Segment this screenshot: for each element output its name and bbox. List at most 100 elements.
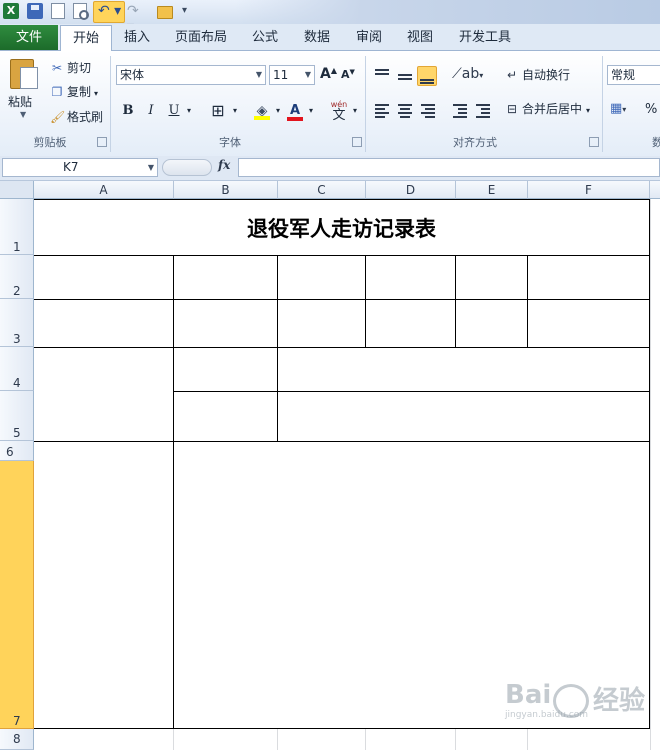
- shrink-font-button[interactable]: A▼: [341, 68, 355, 81]
- group-separator: [365, 56, 366, 152]
- copy-label: 复制: [67, 85, 92, 99]
- tab-home[interactable]: 开始: [60, 25, 112, 52]
- formula-bar-resize-handle[interactable]: [162, 159, 212, 176]
- italic-button[interactable]: I: [143, 101, 159, 121]
- table-border: [649, 199, 650, 729]
- gridline: [277, 729, 278, 750]
- merge-cells-icon: ⊟: [506, 102, 518, 116]
- dialog-launcher-icon[interactable]: [97, 137, 107, 147]
- font-name-value: 宋体: [120, 68, 145, 82]
- column-header-d[interactable]: D: [366, 181, 456, 199]
- row-number: 8: [13, 732, 21, 746]
- group-separator: [110, 56, 111, 152]
- merge-center-button[interactable]: ⊟ 合并后居中 ▾: [505, 100, 590, 118]
- dialog-launcher-icon[interactable]: [352, 137, 362, 147]
- align-top-icon[interactable]: [372, 66, 392, 86]
- select-all-button[interactable]: [0, 181, 34, 199]
- bold-button[interactable]: B: [120, 101, 136, 121]
- grow-font-button[interactable]: A▲: [320, 66, 337, 82]
- redo-icon[interactable]: ↷ ▾: [127, 3, 143, 35]
- font-color-button[interactable]: A: [286, 101, 304, 121]
- align-middle-icon[interactable]: [395, 66, 415, 86]
- chevron-down-icon[interactable]: ▾: [184, 101, 194, 121]
- font-size-select[interactable]: 11 ▼: [269, 65, 315, 85]
- align-right-icon[interactable]: [418, 100, 438, 120]
- chevron-down-icon[interactable]: ▾: [230, 101, 240, 121]
- watermark-text-left: Bai: [505, 680, 552, 710]
- undo-icon[interactable]: ↶ ▾: [93, 1, 125, 23]
- formula-input[interactable]: [238, 158, 660, 177]
- chevron-down-icon[interactable]: ▼: [20, 110, 26, 119]
- row-header-7[interactable]: 7: [0, 461, 34, 729]
- percent-style-button[interactable]: %: [645, 102, 657, 117]
- cell-grid[interactable]: [34, 199, 660, 750]
- column-header-b[interactable]: B: [174, 181, 278, 199]
- tab-insert[interactable]: 插入: [114, 25, 160, 50]
- column-header-c[interactable]: C: [278, 181, 366, 199]
- borders-icon[interactable]: ⊞: [208, 101, 228, 121]
- save-icon[interactable]: [27, 3, 43, 19]
- window-title-bar: [235, 0, 660, 24]
- paste-icon[interactable]: [10, 57, 40, 89]
- row-header-8[interactable]: 8: [0, 729, 34, 750]
- column-header-e[interactable]: E: [456, 181, 528, 199]
- tab-file[interactable]: 文件: [0, 25, 58, 50]
- copy-button[interactable]: ❐ 复制 ▾: [50, 83, 98, 101]
- grow-font-glyph: A: [320, 66, 331, 82]
- chevron-down-icon: ▼: [255, 70, 262, 79]
- row-header-6[interactable]: 6: [0, 441, 34, 461]
- chevron-down-icon[interactable]: ▾: [350, 101, 360, 121]
- row-header-2[interactable]: 2: [0, 255, 34, 299]
- print-preview-icon[interactable]: [73, 3, 89, 20]
- underline-button[interactable]: U: [166, 101, 182, 121]
- table-border: [34, 728, 650, 729]
- row-header-1[interactable]: 1: [0, 199, 34, 255]
- text-orientation-icon[interactable]: ⟋ab▾: [452, 66, 483, 82]
- tab-formulas[interactable]: 公式: [244, 25, 286, 50]
- column-header-f[interactable]: F: [528, 181, 650, 199]
- merge-center-label: 合并后居中: [522, 102, 583, 116]
- align-left-icon[interactable]: [372, 100, 392, 120]
- row-number: 6: [6, 445, 14, 459]
- insert-function-button[interactable]: fx: [218, 158, 230, 172]
- number-format-select[interactable]: 常规: [607, 65, 660, 85]
- row-number: 3: [13, 332, 21, 346]
- paste-button[interactable]: 粘贴: [8, 93, 32, 110]
- table-border: [34, 255, 650, 256]
- group-label-clipboard: 剪贴板: [33, 136, 67, 149]
- customize-toolbar-icon[interactable]: ▾: [182, 3, 198, 19]
- column-header-a[interactable]: A: [34, 181, 174, 199]
- accounting-format-icon[interactable]: ▦▾: [610, 101, 626, 116]
- open-folder-icon[interactable]: [157, 6, 173, 19]
- fill-color-button[interactable]: ◈: [252, 101, 272, 121]
- dialog-launcher-icon[interactable]: [589, 137, 599, 147]
- tab-data[interactable]: 数据: [296, 25, 338, 50]
- increase-indent-icon[interactable]: [473, 100, 493, 120]
- table-border: [174, 391, 650, 392]
- watermark-text-right: 经验: [593, 686, 646, 716]
- phonetic-guide-button[interactable]: wén 文: [328, 101, 350, 123]
- row-header-5[interactable]: 5: [0, 391, 34, 441]
- tab-page-layout[interactable]: 页面布局: [166, 25, 236, 50]
- row-number: 1: [13, 240, 21, 254]
- chevron-down-icon[interactable]: ▾: [273, 101, 283, 121]
- cut-button[interactable]: ✂ 剪切: [50, 59, 91, 77]
- new-document-icon[interactable]: [51, 3, 65, 19]
- align-center-icon[interactable]: [395, 100, 415, 120]
- tab-review[interactable]: 审阅: [348, 25, 390, 50]
- decrease-indent-icon[interactable]: [450, 100, 470, 120]
- column-header-g[interactable]: [650, 181, 660, 199]
- name-box[interactable]: K7 ▼: [2, 158, 158, 177]
- wrap-text-button[interactable]: ↵ 自动换行: [505, 66, 570, 84]
- chevron-down-icon[interactable]: ▾: [306, 101, 316, 121]
- row-header-4[interactable]: 4: [0, 347, 34, 391]
- sheet-title-cell[interactable]: 退役军人走访记录表: [34, 199, 649, 255]
- font-name-select[interactable]: 宋体 ▼: [116, 65, 266, 85]
- format-painter-button[interactable]: 🖌 格式刷: [50, 108, 103, 126]
- phonetic-char: 文: [332, 108, 346, 123]
- excel-app-icon[interactable]: X: [3, 3, 19, 19]
- align-bottom-icon[interactable]: [417, 66, 437, 86]
- row-header-3[interactable]: 3: [0, 299, 34, 347]
- tab-view[interactable]: 视图: [399, 25, 441, 50]
- tab-developer[interactable]: 开发工具: [452, 25, 518, 50]
